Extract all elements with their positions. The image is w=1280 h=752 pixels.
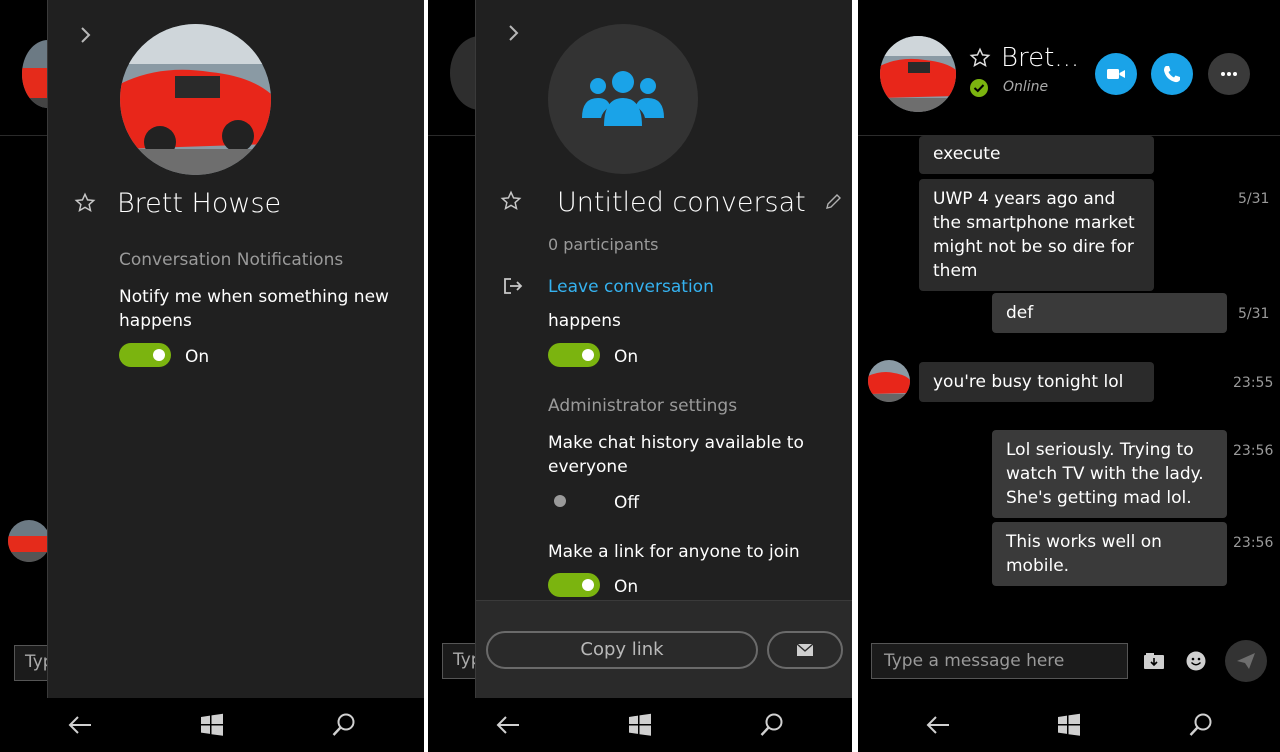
join-link-toggle[interactable] xyxy=(548,573,600,597)
contact-name: Bret... xyxy=(1001,43,1080,73)
more-dots-icon xyxy=(1221,72,1237,76)
star-outline-icon[interactable] xyxy=(500,190,522,212)
screen-chat: Bret... Online execute UWP 4 years ago a… xyxy=(858,0,1280,752)
system-nav-bar xyxy=(428,698,852,752)
notifications-toggle-label: On xyxy=(614,347,639,367)
contact-avatar[interactable] xyxy=(880,36,956,112)
windows-logo-icon[interactable] xyxy=(1056,712,1082,738)
chat-history-description: Make chat history available to everyone xyxy=(548,433,804,477)
system-nav-bar xyxy=(0,698,424,752)
participants-count: 0 participants xyxy=(548,235,659,254)
message-timestamp: 23:56 xyxy=(1233,535,1274,551)
conversation-title: Untitled conversati... xyxy=(557,187,807,218)
contact-avatar xyxy=(120,24,271,175)
notify-description: Notify me when something new happens xyxy=(119,287,389,331)
screen-group-settings: Typ Untitled conversati... 0 participant… xyxy=(428,0,852,752)
back-arrow-icon[interactable] xyxy=(925,712,951,738)
audio-call-button[interactable] xyxy=(1151,53,1193,95)
notifications-toggle-label: On xyxy=(185,347,210,367)
join-link-toggle-label: On xyxy=(614,577,639,597)
background-message-avatar xyxy=(8,520,50,562)
notifications-section-title: Conversation Notifications xyxy=(119,250,344,270)
contact-name: Brett Howse xyxy=(117,188,282,219)
leave-conversation-link[interactable]: Leave conversation xyxy=(548,277,714,297)
online-status-label: Online xyxy=(1003,79,1049,95)
message-input[interactable]: Type a message here xyxy=(871,643,1128,679)
emoji-icon[interactable] xyxy=(1185,650,1207,672)
contact-details-panel: Brett Howse Conversation Notifications N… xyxy=(47,0,424,698)
back-arrow-icon[interactable] xyxy=(67,712,93,738)
message-timestamp: 23:56 xyxy=(1233,443,1274,459)
video-call-button[interactable] xyxy=(1095,53,1137,95)
email-icon xyxy=(796,643,814,656)
join-link-description: Make a link for anyone to join xyxy=(548,542,800,562)
send-icon xyxy=(1237,653,1255,669)
message-bubble-incoming[interactable]: execute xyxy=(919,136,1154,174)
message-bubble-outgoing[interactable]: This works well on mobile. xyxy=(992,522,1227,586)
group-details-panel: Untitled conversati... 0 participants Le… xyxy=(475,0,852,698)
star-outline-icon[interactable] xyxy=(74,192,96,214)
chevron-right-icon[interactable] xyxy=(74,24,96,46)
chevron-right-icon[interactable] xyxy=(502,22,524,44)
pencil-icon[interactable] xyxy=(824,193,842,211)
sender-avatar xyxy=(868,360,910,402)
search-icon[interactable] xyxy=(331,712,357,738)
group-icon xyxy=(582,71,664,126)
system-nav-bar xyxy=(858,698,1280,752)
phone-icon xyxy=(1164,66,1180,83)
chat-header: Bret... Online xyxy=(858,0,1280,136)
panel-action-bar: Copy link xyxy=(476,600,852,698)
message-bubble-incoming[interactable]: you're busy tonight lol xyxy=(919,362,1154,402)
screen-separator xyxy=(424,0,428,752)
windows-logo-icon[interactable] xyxy=(199,712,225,738)
message-bubble-outgoing[interactable]: def xyxy=(992,293,1227,333)
notifications-toggle[interactable] xyxy=(548,343,600,367)
group-avatar xyxy=(548,24,698,174)
attach-media-icon[interactable] xyxy=(1142,650,1166,672)
message-timestamp: 23:55 xyxy=(1233,375,1274,391)
search-icon[interactable] xyxy=(1188,712,1214,738)
chat-history-toggle[interactable] xyxy=(548,489,600,513)
windows-logo-icon[interactable] xyxy=(627,712,653,738)
email-link-button[interactable] xyxy=(767,631,843,669)
back-arrow-icon[interactable] xyxy=(495,712,521,738)
send-button[interactable] xyxy=(1225,640,1267,682)
sign-out-icon xyxy=(502,276,524,296)
screen-contact-profile: Typ Brett Howse Conversation Notificatio… xyxy=(0,0,424,752)
message-bubble-incoming[interactable]: UWP 4 years ago and the smartphone marke… xyxy=(919,179,1154,291)
video-call-icon xyxy=(1107,69,1125,79)
message-bubble-outgoing[interactable]: Lol seriously. Trying to watch TV with t… xyxy=(992,430,1227,518)
online-status-icon xyxy=(970,79,988,97)
chat-history-toggle-label: Off xyxy=(614,493,640,513)
message-timestamp: 5/31 xyxy=(1238,191,1270,207)
admin-section-title: Administrator settings xyxy=(548,396,738,416)
search-icon[interactable] xyxy=(759,712,785,738)
copy-link-button[interactable]: Copy link xyxy=(486,631,758,669)
notify-description-fragment: happens xyxy=(548,311,621,331)
star-outline-icon[interactable] xyxy=(969,47,991,69)
message-timestamp: 5/31 xyxy=(1238,306,1270,322)
screen-separator xyxy=(852,0,858,752)
notifications-toggle[interactable] xyxy=(119,343,171,367)
more-options-button[interactable] xyxy=(1208,53,1250,95)
